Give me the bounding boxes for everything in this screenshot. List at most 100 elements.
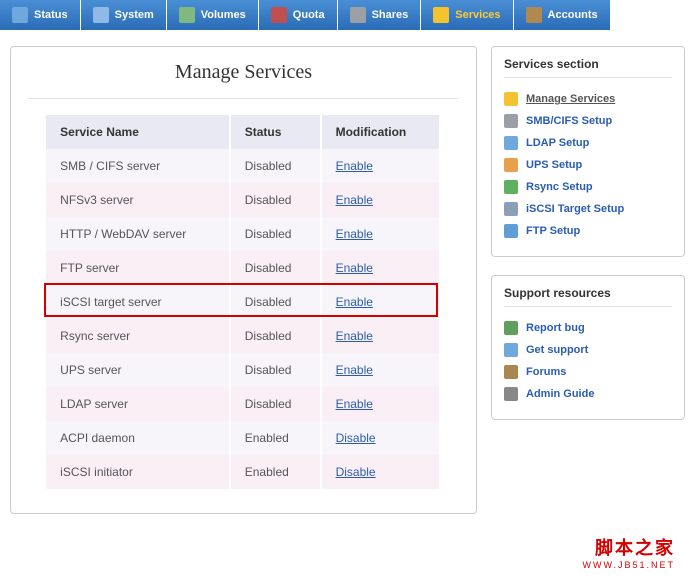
table-row: iSCSI target serverDisabledEnable (46, 285, 440, 319)
col-status: Status (230, 115, 321, 149)
col-modification: Modification (321, 115, 440, 149)
service-name-cell: UPS server (46, 353, 230, 387)
service-action-cell: Disable (321, 455, 440, 489)
col-name: Service Name (46, 115, 230, 149)
services-section-title: Services section (504, 57, 672, 78)
table-row: NFSv3 serverDisabled Enable (46, 183, 440, 217)
sidebar-support-item[interactable]: Admin Guide (504, 383, 672, 405)
tab-label: System (115, 9, 154, 21)
services-icon (433, 7, 449, 23)
sidebar-services-link[interactable]: Manage Services (526, 93, 615, 105)
system-icon (93, 7, 109, 23)
sidebar-services-item[interactable]: Manage Services (504, 88, 672, 110)
sidebar-support-link[interactable]: Get support (526, 344, 588, 356)
table-row: LDAP serverDisabled Enable (46, 387, 440, 421)
shares-icon (350, 7, 366, 23)
sidebar-services-icon (504, 224, 518, 238)
sidebar-services-link[interactable]: SMB/CIFS Setup (526, 115, 612, 127)
sidebar-support-icon (504, 365, 518, 379)
sidebar-support-link[interactable]: Admin Guide (526, 388, 594, 400)
tab-volumes[interactable]: Volumes (167, 0, 259, 30)
tab-accounts[interactable]: Accounts (514, 0, 611, 30)
service-status-cell: Enabled (230, 455, 321, 489)
enable-link[interactable]: Enable (336, 193, 373, 207)
service-name-cell: iSCSI initiator (46, 455, 230, 489)
enable-link[interactable]: Enable (336, 295, 373, 309)
sidebar-services-icon (504, 114, 518, 128)
sidebar-services-link[interactable]: iSCSI Target Setup (526, 203, 624, 215)
sidebar-services-item[interactable]: iSCSI Target Setup (504, 198, 672, 220)
sidebar-services-link[interactable]: Rsync Setup (526, 181, 593, 193)
sidebar-support-item[interactable]: Get support (504, 339, 672, 361)
sidebar-services-link[interactable]: FTP Setup (526, 225, 580, 237)
service-name-cell: LDAP server (46, 387, 230, 421)
service-name-cell: HTTP / WebDAV server (46, 217, 230, 251)
table-row: HTTP / WebDAV serverDisabled Enable (46, 217, 440, 251)
service-status-cell: Disabled (230, 353, 321, 387)
sidebar-services-item[interactable]: LDAP Setup (504, 132, 672, 154)
service-action-cell: Enable (321, 353, 440, 387)
service-status-cell: Disabled (230, 285, 321, 319)
disable-link[interactable]: Disable (336, 431, 376, 445)
disable-link[interactable]: Disable (336, 465, 376, 479)
sidebar-services-item[interactable]: FTP Setup (504, 220, 672, 242)
tab-system[interactable]: System (81, 0, 167, 30)
enable-link[interactable]: Enable (336, 227, 373, 241)
main-panel: Manage Services Service Name Status Modi… (10, 46, 477, 514)
sidebar-services-item[interactable]: Rsync Setup (504, 176, 672, 198)
sidebar-support-item[interactable]: Report bug (504, 317, 672, 339)
sidebar-support-icon (504, 387, 518, 401)
watermark: 脚本之家 WWW.JB51.NET (582, 534, 675, 570)
tab-label: Quota (293, 9, 325, 21)
service-action-cell: Disable (321, 421, 440, 455)
service-action-cell: Enable (321, 387, 440, 421)
sidebar-services-link[interactable]: LDAP Setup (526, 137, 589, 149)
enable-link[interactable]: Enable (336, 261, 373, 275)
tab-services[interactable]: Services (421, 0, 513, 30)
service-name-cell: FTP server (46, 251, 230, 285)
tab-label: Status (34, 9, 68, 21)
service-name-cell: NFSv3 server (46, 183, 230, 217)
sidebar-services-icon (504, 136, 518, 150)
sidebar-services-icon (504, 180, 518, 194)
table-row: UPS serverDisabled Enable (46, 353, 440, 387)
watermark-url: WWW.JB51.NET (582, 560, 675, 570)
quota-icon (271, 7, 287, 23)
services-table: Service Name Status Modification SMB / C… (46, 115, 441, 489)
service-status-cell: Enabled (230, 421, 321, 455)
service-action-cell: Enable (321, 217, 440, 251)
tab-label: Shares (372, 9, 409, 21)
sidebar-support-link[interactable]: Report bug (526, 322, 585, 334)
sidebar-services-icon (504, 202, 518, 216)
service-status-cell: Disabled (230, 183, 321, 217)
sidebar: Services section Manage Services SMB/CIFS… (491, 46, 685, 420)
services-table-wrap: Service Name Status Modification SMB / C… (29, 115, 458, 489)
enable-link[interactable]: Enable (336, 397, 373, 411)
page-layout: Manage Services Service Name Status Modi… (0, 30, 695, 554)
accounts-icon (526, 7, 542, 23)
sidebar-services-icon (504, 92, 518, 106)
tab-quota[interactable]: Quota (259, 0, 338, 30)
enable-link[interactable]: Enable (336, 363, 373, 377)
sidebar-support-item[interactable]: Forums (504, 361, 672, 383)
table-row: Rsync serverDisabledEnable (46, 319, 440, 353)
tab-shares[interactable]: Shares (338, 0, 422, 30)
support-resources-title: Support resources (504, 286, 672, 307)
service-status-cell: Disabled (230, 217, 321, 251)
table-row: iSCSI initiatorEnabled Disable (46, 455, 440, 489)
enable-link[interactable]: Enable (336, 159, 373, 173)
sidebar-services-item[interactable]: UPS Setup (504, 154, 672, 176)
enable-link[interactable]: Enable (336, 329, 373, 343)
volumes-icon (179, 7, 195, 23)
table-row: ACPI daemonEnabledDisable (46, 421, 440, 455)
support-resources-panel: Support resources Report bug Get support F… (491, 275, 685, 420)
service-status-cell: Disabled (230, 387, 321, 421)
page-title: Manage Services (29, 61, 458, 99)
service-status-cell: Disabled (230, 251, 321, 285)
sidebar-services-item[interactable]: SMB/CIFS Setup (504, 110, 672, 132)
sidebar-support-link[interactable]: Forums (526, 366, 566, 378)
sidebar-services-link[interactable]: UPS Setup (526, 159, 582, 171)
service-name-cell: SMB / CIFS server (46, 149, 230, 183)
top-nav: Status System Volumes Quota Shares ServicesAc… (0, 0, 695, 30)
tab-status[interactable]: Status (0, 0, 81, 30)
